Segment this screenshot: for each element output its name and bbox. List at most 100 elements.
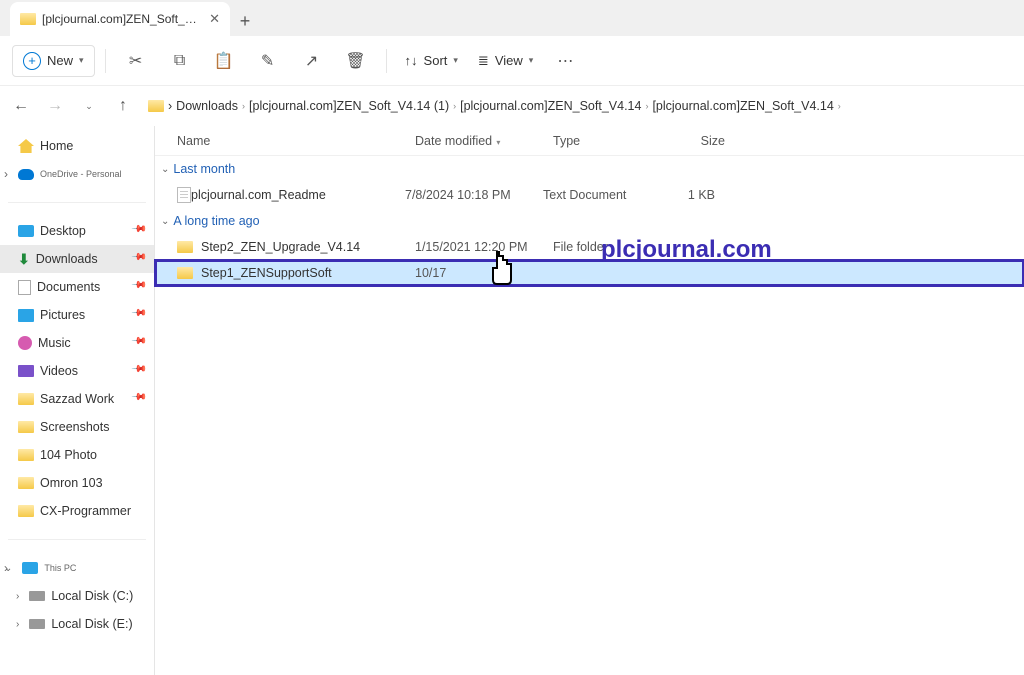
copy-icon[interactable]: ⧉ bbox=[160, 41, 200, 81]
file-row-step2[interactable]: Step2_ZEN_Upgrade_V4.14 1/15/2021 12:20 … bbox=[155, 234, 1024, 260]
sidebar-desktop[interactable]: Desktop📌 bbox=[0, 217, 154, 245]
sidebar-downloads[interactable]: ⬇Downloads📌 bbox=[0, 245, 154, 273]
pin-icon: 📌 bbox=[130, 389, 151, 410]
breadcrumb[interactable]: › Downloads› [plcjournal.com]ZEN_Soft_V4… bbox=[142, 92, 1018, 120]
sidebar-home[interactable]: Home bbox=[0, 132, 154, 160]
tab-bar: [plcjournal.com]ZEN_Soft_V4... ✕ + bbox=[0, 0, 1024, 36]
new-button[interactable]: + New ▾ bbox=[12, 45, 95, 77]
crumb-item[interactable]: [plcjournal.com]ZEN_Soft_V4.14 (1)› bbox=[249, 99, 456, 113]
folder-icon bbox=[18, 505, 34, 517]
crumb-item[interactable]: Downloads› bbox=[176, 99, 245, 113]
column-headers: Name Date modified ▾ Type Size bbox=[155, 126, 1024, 156]
file-row-step1[interactable]: Step1_ZENSupportSoft 10/17 bbox=[155, 260, 1024, 286]
sidebar-drive-e[interactable]: ›Local Disk (E:) bbox=[0, 610, 154, 638]
view-label: View bbox=[495, 53, 523, 68]
chevron-right-icon: › bbox=[168, 99, 172, 113]
folder-icon bbox=[18, 477, 34, 489]
rename-icon[interactable]: ✎ bbox=[248, 41, 288, 81]
download-icon: ⬇ bbox=[18, 251, 30, 268]
pin-icon: 📌 bbox=[130, 277, 151, 298]
sidebar-folder[interactable]: 104 Photo bbox=[0, 441, 154, 469]
music-icon bbox=[18, 336, 32, 350]
share-icon[interactable]: ↗ bbox=[292, 41, 332, 81]
pin-icon: 📌 bbox=[130, 361, 151, 382]
sort-icon: ↑↓ bbox=[405, 53, 418, 68]
video-icon bbox=[18, 365, 34, 377]
sidebar-music[interactable]: Music📌 bbox=[0, 329, 154, 357]
folder-icon bbox=[18, 449, 34, 461]
drive-icon bbox=[29, 619, 45, 629]
column-name[interactable]: Name bbox=[177, 134, 415, 148]
paste-icon[interactable]: 📋 bbox=[204, 41, 244, 81]
pin-icon: 📌 bbox=[130, 249, 151, 270]
delete-icon[interactable]: 🗑 bbox=[336, 41, 376, 81]
desktop-icon bbox=[18, 225, 34, 237]
cut-icon[interactable]: ✂ bbox=[116, 41, 156, 81]
sidebar: Home OneDrive - Personal Desktop📌 ⬇Downl… bbox=[0, 126, 155, 675]
chevron-down-icon: ▾ bbox=[529, 55, 534, 66]
up-button[interactable]: ↑ bbox=[108, 91, 138, 121]
folder-icon bbox=[20, 13, 36, 25]
pin-icon: 📌 bbox=[130, 305, 151, 326]
sort-label: Sort bbox=[424, 53, 448, 68]
plus-circle-icon: + bbox=[23, 52, 41, 70]
drive-icon bbox=[29, 591, 45, 601]
chevron-down-icon: ▾ bbox=[494, 138, 500, 147]
navigation-bar: ← → ⌄ ↑ › Downloads› [plcjournal.com]ZEN… bbox=[0, 86, 1024, 126]
add-tab-button[interactable]: + bbox=[230, 6, 260, 36]
tab-title: [plcjournal.com]ZEN_Soft_V4... bbox=[42, 12, 203, 26]
sidebar-onedrive[interactable]: OneDrive - Personal bbox=[0, 160, 154, 188]
pointer-cursor-icon bbox=[485, 250, 519, 299]
crumb-item[interactable]: [plcjournal.com]ZEN_Soft_V4.14› bbox=[460, 99, 648, 113]
sort-button[interactable]: ↑↓ Sort ▾ bbox=[397, 53, 466, 68]
folder-icon bbox=[18, 393, 34, 405]
file-row-readme[interactable]: plcjournal.com_Readme 7/8/2024 10:18 PM … bbox=[155, 182, 1024, 208]
chevron-down-icon: ▾ bbox=[79, 55, 84, 66]
active-tab[interactable]: [plcjournal.com]ZEN_Soft_V4... ✕ bbox=[10, 2, 230, 36]
watermark-text: plcjournal.com bbox=[601, 236, 772, 264]
sidebar-documents[interactable]: Documents📌 bbox=[0, 273, 154, 301]
computer-icon bbox=[22, 562, 38, 574]
text-file-icon bbox=[177, 187, 191, 203]
document-icon bbox=[18, 280, 31, 295]
toolbar: + New ▾ ✂ ⧉ 📋 ✎ ↗ 🗑 ↑↓ Sort ▾ ≣ View ▾ ⋯ bbox=[0, 36, 1024, 86]
separator bbox=[105, 49, 106, 73]
sidebar-folder[interactable]: Screenshots bbox=[0, 413, 154, 441]
sidebar-folder[interactable]: Sazzad Work📌 bbox=[0, 385, 154, 413]
home-icon bbox=[18, 139, 34, 153]
sidebar-videos[interactable]: Videos📌 bbox=[0, 357, 154, 385]
group-long-ago[interactable]: ⌄A long time ago bbox=[155, 208, 1024, 234]
cloud-icon bbox=[18, 169, 34, 180]
pin-icon: 📌 bbox=[130, 221, 151, 242]
pin-icon: 📌 bbox=[130, 333, 151, 354]
sidebar-drive-c[interactable]: ›Local Disk (C:) bbox=[0, 582, 154, 610]
file-list: Name Date modified ▾ Type Size ⌄Last mon… bbox=[155, 126, 1024, 675]
column-size[interactable]: Size bbox=[657, 134, 735, 148]
sidebar-pictures[interactable]: Pictures📌 bbox=[0, 301, 154, 329]
folder-icon bbox=[177, 267, 193, 279]
sidebar-this-pc[interactable]: ⌄This PC bbox=[0, 554, 154, 582]
close-icon[interactable]: ✕ bbox=[209, 11, 220, 27]
folder-icon bbox=[18, 421, 34, 433]
forward-button[interactable]: → bbox=[40, 91, 70, 121]
more-icon[interactable]: ⋯ bbox=[545, 41, 585, 81]
crumb-item[interactable]: [plcjournal.com]ZEN_Soft_V4.14› bbox=[652, 99, 840, 113]
body: Home OneDrive - Personal Desktop📌 ⬇Downl… bbox=[0, 126, 1024, 675]
folder-icon bbox=[177, 241, 193, 253]
recent-button[interactable]: ⌄ bbox=[74, 91, 104, 121]
chevron-down-icon: ▾ bbox=[453, 55, 458, 66]
folder-icon bbox=[148, 100, 164, 112]
chevron-down-icon: ⌄ bbox=[161, 216, 169, 227]
chevron-down-icon: ⌄ bbox=[161, 164, 169, 175]
sidebar-folder[interactable]: Omron 103 bbox=[0, 469, 154, 497]
back-button[interactable]: ← bbox=[6, 91, 36, 121]
column-type[interactable]: Type bbox=[553, 134, 657, 148]
group-last-month[interactable]: ⌄Last month bbox=[155, 156, 1024, 182]
new-label: New bbox=[47, 53, 73, 68]
column-date[interactable]: Date modified ▾ bbox=[415, 134, 553, 148]
view-button[interactable]: ≣ View ▾ bbox=[470, 53, 541, 69]
sidebar-folder[interactable]: CX-Programmer bbox=[0, 497, 154, 525]
pictures-icon bbox=[18, 309, 34, 322]
separator bbox=[386, 49, 387, 73]
view-icon: ≣ bbox=[478, 53, 489, 69]
